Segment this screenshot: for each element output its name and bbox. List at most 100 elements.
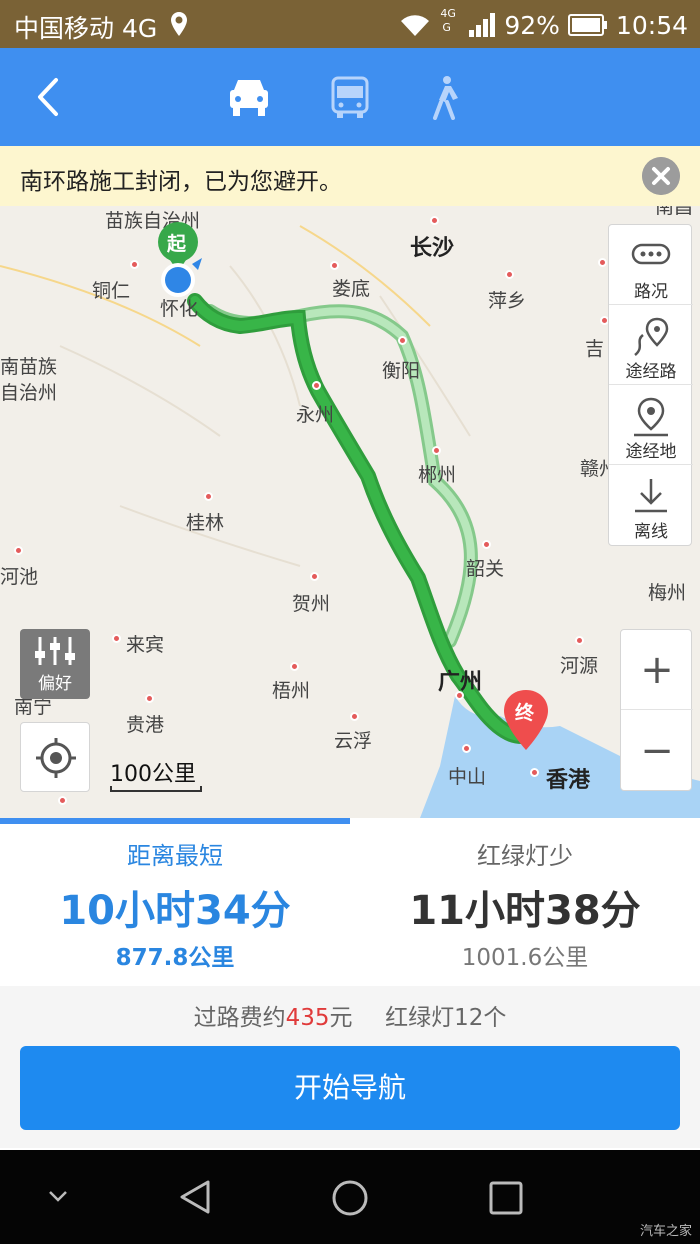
city-pin [455,691,464,700]
locate-me-button[interactable] [20,722,90,792]
city-label: 长沙 [410,236,455,261]
zoom-out-button[interactable]: − [621,711,693,791]
city-label: 郴州 [418,464,457,486]
traffic-button[interactable]: 路况 [609,225,693,305]
via-road-button[interactable]: 途经路 [609,305,693,385]
route-option-name: 红绿灯少 [477,842,573,870]
city-label: 衡阳 [382,360,421,382]
city-pin [575,636,584,645]
route-option-time: 10小时34分 [59,888,291,934]
route-summary: 过路费约435元 红绿灯12个 开始导航 [0,986,700,1148]
battery-icon [567,14,607,36]
offline-label: 离线 [634,522,668,542]
battery-percent: 92% [504,10,560,40]
via-place-button[interactable]: 途经地 [609,385,693,465]
signal-icon [469,13,496,37]
route-option-distance: 877.8公里 [115,945,235,971]
route-option-fewer-lights[interactable]: 红绿灯少 11小时38分 1001.6公里 [350,818,700,986]
city-label: 南昌 [655,206,694,218]
city-label: 韶关 [466,558,505,580]
city-label: 桂林 [186,512,225,534]
sliders-icon [35,637,75,665]
city-label: 自治州 [0,382,58,404]
watermark: 汽车之家 [639,1224,692,1239]
city-pin [130,260,139,269]
city-label: 河池 [0,566,39,588]
city-pin [482,540,491,549]
city-pin [312,381,321,390]
preference-button[interactable]: 偏好 [20,629,90,699]
route-option-name: 距离最短 [127,842,223,870]
city-pin [505,270,514,279]
route-option-distance: 1001.6公里 [461,945,589,971]
city-label: 吉 [585,338,605,360]
city-pin [350,712,359,721]
via-place-label: 途经地 [625,442,677,462]
status-bar: 中国移动 4G 4G G 92% 10:54 [0,0,700,48]
detour-notice: 南环路施工封闭，已为您避开。 [0,146,700,206]
city-pin [462,744,471,753]
city-pin [112,634,121,643]
route-option-time: 11小时38分 [409,888,641,934]
city-label: 中山 [448,766,487,788]
city-pin [290,662,299,671]
network-tag: 4G G [440,7,456,34]
city-label: 铜仁 [92,280,131,302]
walk-icon[interactable] [421,74,471,120]
clock: 10:54 [615,10,688,40]
route-option-shortest[interactable]: 距离最短 10小时34分 877.8公里 [0,818,350,986]
back-chevron-left-icon[interactable] [30,72,70,122]
toll-value: 435 [285,1005,330,1031]
back-triangle-icon[interactable] [176,1178,214,1216]
city-label: 贺州 [292,593,331,615]
traffic-label: 路况 [634,282,668,302]
via-road-label: 途经路 [625,362,677,382]
toll-prefix: 过路费约 [193,1005,286,1031]
traffic-light-count: 红绿灯12个 [385,1005,507,1031]
close-icon[interactable] [642,157,680,195]
city-pin [310,572,319,581]
top-nav-bar [0,48,700,146]
crosshair-locate-icon [36,738,76,778]
start-navigation-button[interactable]: 开始导航 [20,1046,680,1130]
city-label: 永州 [296,404,335,426]
wifi-icon [401,15,430,37]
city-pin [530,768,539,777]
chevron-down-icon[interactable] [46,1188,70,1204]
city-label: 娄底 [332,278,371,300]
home-circle-icon[interactable] [330,1178,370,1218]
city-label: 梧州 [272,680,311,702]
city-label: 来宾 [126,634,165,656]
map-tools-panel: 路况 途经路 途经地 离线 [608,224,693,546]
city-label: 香港 [546,768,591,793]
offline-button[interactable]: 离线 [609,465,693,545]
map-scale: 100公里 [110,756,202,792]
map-scale-bar [110,786,202,792]
offline-download-icon [635,479,667,513]
zoom-control: + − [620,629,693,791]
route-options: 距离最短 10小时34分 877.8公里 红绿灯少 11小时38分 1001.6… [0,818,700,986]
city-pin [58,796,67,805]
city-label: 梅州 [648,582,687,604]
city-pin [330,261,339,270]
recents-square-icon[interactable] [488,1180,524,1216]
city-label: 萍乡 [488,290,527,312]
traffic-icon [631,243,671,265]
city-pin [430,216,439,225]
city-label: 南苗族 [0,356,58,378]
city-label: 河源 [560,655,599,677]
via-place-icon [634,397,668,437]
detour-notice-text: 南环路施工封闭，已为您避开。 [20,169,342,195]
end-marker-label: 终 [515,702,535,724]
zoom-in-button[interactable]: + [621,630,693,710]
city-pin [204,492,213,501]
car-icon[interactable] [224,74,274,120]
location-icon [171,12,187,36]
bus-icon[interactable] [325,74,375,120]
start-marker-label: 起 [167,233,187,255]
route-map[interactable]: 苗族自治州 长沙 铜仁 娄底 怀化 萍乡 南苗族 自治州 衡阳 吉 永州 郴州 … [0,206,700,818]
city-pin [145,694,154,703]
toll-suffix: 元 [329,1005,353,1031]
via-road-icon [634,317,669,356]
city-pin [598,258,607,267]
